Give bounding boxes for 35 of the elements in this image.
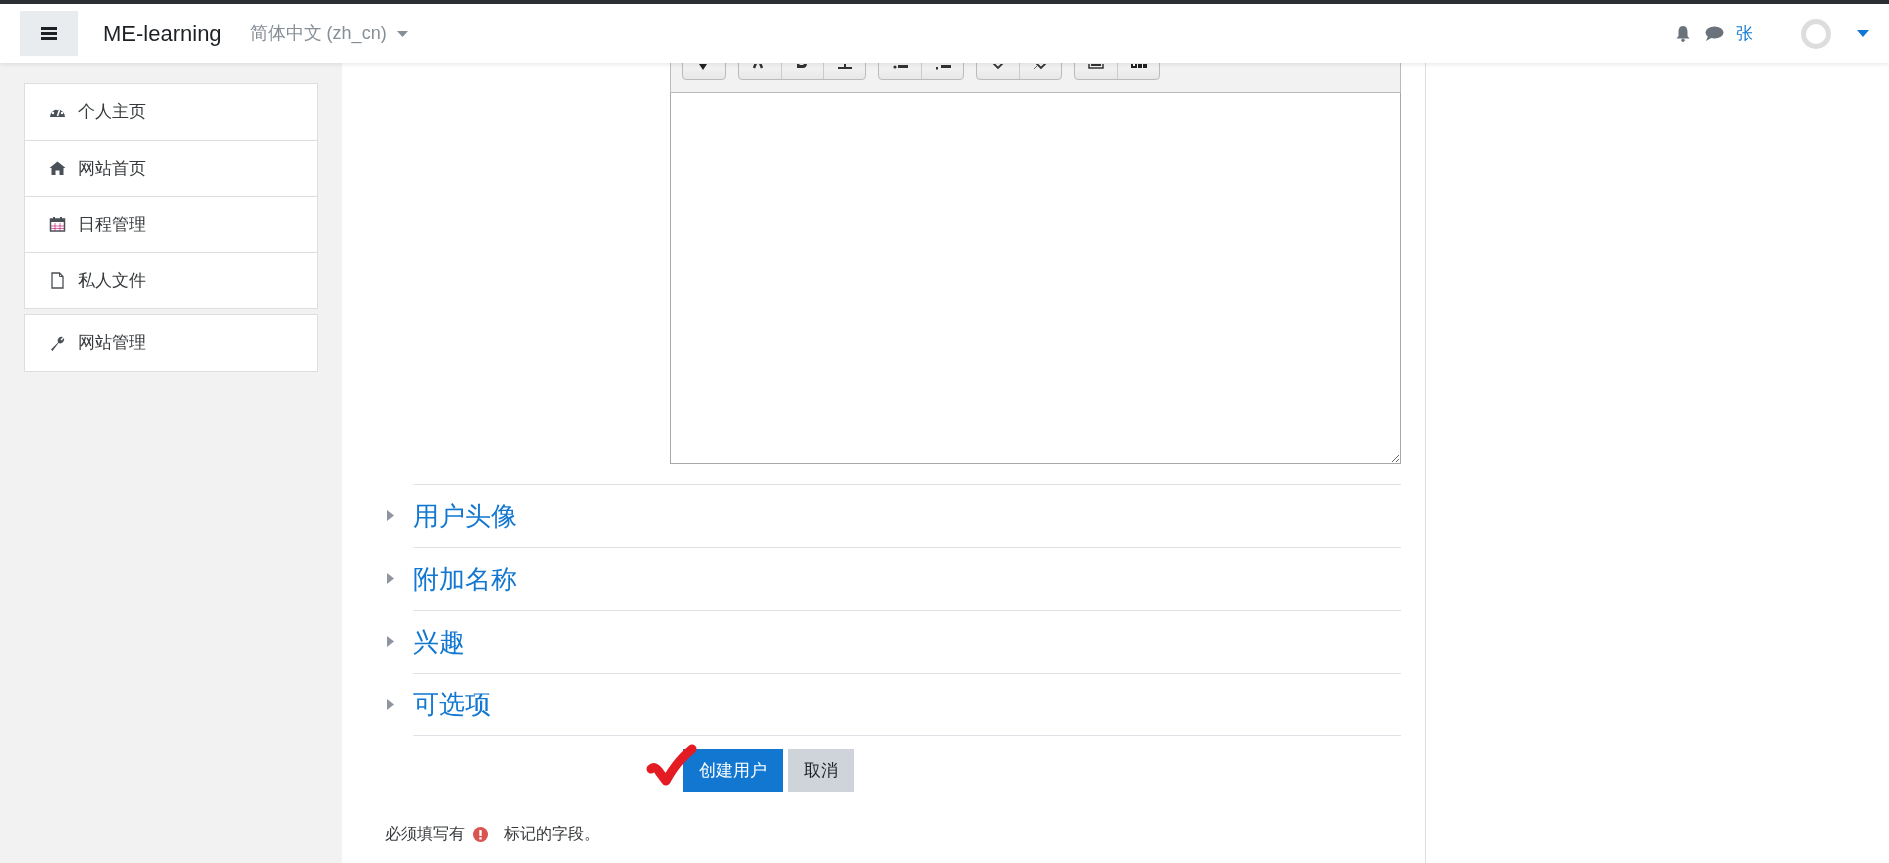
site-name[interactable]: ME-learning — [103, 17, 222, 50]
wrench-icon — [49, 334, 66, 352]
caret-icon — [396, 30, 408, 37]
caret-right-icon[interactable] — [387, 699, 394, 710]
file-icon — [49, 272, 66, 289]
caret-right-icon[interactable] — [387, 636, 394, 647]
menu-button[interactable] — [20, 11, 78, 56]
sidebar-item[interactable]: 网站首页 — [25, 140, 317, 196]
home-icon — [49, 160, 66, 177]
note-text: 标记的字段。 — [504, 824, 600, 844]
image-icon — [1088, 64, 1104, 70]
sidebar-item[interactable]: 日程管理 — [25, 196, 317, 252]
notification-bell-icon[interactable] — [1675, 25, 1691, 42]
cancel-button[interactable]: 取消 — [788, 749, 854, 792]
message-bubble-icon[interactable] — [1705, 26, 1724, 41]
section-heading-link[interactable]: 兴趣 — [413, 622, 465, 662]
unlink-icon — [1032, 64, 1049, 70]
user-name[interactable]: 张 — [1736, 20, 1753, 47]
required-icon — [473, 826, 488, 842]
bullet-list-icon — [892, 64, 908, 70]
section-heading-link[interactable]: 用户头像 — [413, 496, 517, 536]
sidebar-item[interactable]: 私人文件 — [25, 252, 317, 308]
sidebar-item[interactable]: 个人主页 — [25, 84, 317, 140]
note-text: 必须填写有 — [385, 824, 465, 844]
caret-right-icon[interactable] — [387, 573, 394, 584]
create-user-button[interactable]: 创建用户 — [683, 749, 783, 792]
link-icon — [990, 64, 1006, 70]
editor-field[interactable] — [670, 93, 1401, 464]
section-heading-link[interactable]: 附加名称 — [413, 559, 517, 599]
calendar-icon — [49, 216, 66, 233]
menu-icon — [41, 27, 57, 40]
sidebar-item[interactable]: 网站管理 — [25, 315, 317, 371]
caret-right-icon[interactable] — [387, 510, 394, 521]
section-heading-link[interactable]: 可选项 — [413, 685, 491, 724]
caret-icon[interactable] — [1857, 30, 1869, 37]
